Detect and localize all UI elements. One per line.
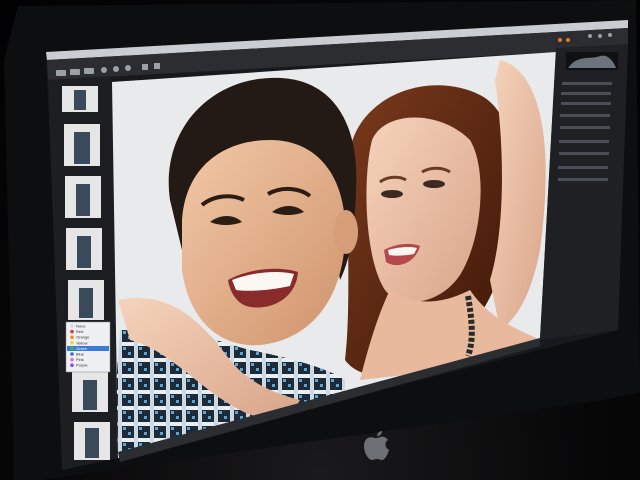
color-tag-label[interactable]: None	[76, 324, 86, 329]
color-tag-label[interactable]: Purple	[76, 363, 88, 368]
color-tag-label[interactable]: Red	[76, 329, 83, 334]
thumbnail[interactable]	[65, 176, 101, 218]
thumbnail[interactable]	[62, 86, 98, 112]
color-tag-label[interactable]: Blue	[76, 352, 85, 357]
thumbnail[interactable]	[66, 228, 102, 270]
thumbnail[interactable]	[74, 422, 110, 460]
color-tag-label[interactable]: Orange	[76, 335, 90, 340]
color-tag-label[interactable]: Pink	[76, 357, 84, 362]
histogram	[566, 52, 618, 70]
color-tag-orange[interactable]	[70, 335, 74, 340]
color-tag-purple[interactable]	[70, 363, 74, 368]
thumbnail[interactable]	[64, 124, 100, 166]
color-tag-yellow[interactable]	[70, 341, 74, 345]
color-tag-blue[interactable]	[70, 352, 74, 356]
color-tag-pink[interactable]	[70, 357, 74, 362]
color-tag-label[interactable]: Green	[76, 346, 87, 351]
apple-logo-icon	[364, 431, 389, 460]
color-tag-red[interactable]	[70, 329, 74, 334]
color-tag-green[interactable]	[70, 346, 74, 351]
color-tag-label[interactable]: Yellow	[76, 340, 88, 345]
color-tag-menu[interactable]: NoneRedOrangeYellowGreenBluePinkPurple	[65, 321, 111, 373]
color-tag-none[interactable]	[70, 324, 74, 328]
thumbnail[interactable]	[68, 280, 104, 320]
thumbnail[interactable]	[72, 372, 108, 412]
monitor-scene: Capture One File Edit View Adjustments I…	[4, 0, 640, 480]
